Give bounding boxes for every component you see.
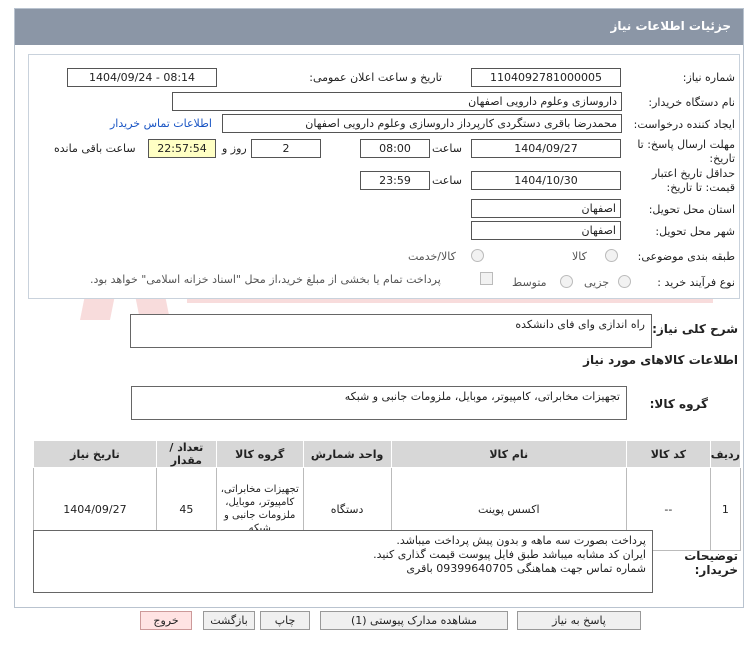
cell-row: 1 [709, 467, 742, 551]
need-number-label: شماره نیاز: [682, 71, 735, 84]
process-minor-radio[interactable] [618, 275, 631, 288]
category-goods-service-radio[interactable] [471, 249, 484, 262]
deadline-label: مهلت ارسال پاسخ: تا [637, 138, 735, 151]
table-header-row: ردیف کد کالا نام کالا واحد شمارش گروه کا… [33, 440, 742, 468]
deadline-date-field[interactable]: 1404/09/27 [471, 139, 621, 158]
validity-date-field[interactable]: 1404/10/30 [471, 171, 621, 190]
category-goods-radio[interactable] [605, 249, 618, 262]
col-group: گروه کالا [215, 440, 304, 468]
window-title: جزئیات اطلاعات نیاز [15, 9, 743, 45]
buyer-note-line: شماره تماس جهت هماهنگی 09399640705 باقری [406, 562, 646, 575]
process-label: نوع فرآیند خرید : [657, 276, 735, 289]
col-name: نام کالا [390, 440, 627, 468]
deadline-time-label: ساعت [432, 142, 462, 155]
remaining-label: ساعت باقی مانده [54, 142, 136, 155]
creator-label: ایجاد کننده درخواست: [633, 118, 735, 131]
print-button[interactable]: چاپ [260, 611, 310, 630]
exit-button[interactable]: خروج [140, 611, 192, 630]
view-attachments-button[interactable]: مشاهده مدارک پیوستی (1) [320, 611, 508, 630]
validity-time-label: ساعت [432, 174, 462, 187]
announce-field[interactable]: 1404/09/24 - 08:14 [67, 68, 217, 87]
col-date: تاریخ نیاز [33, 440, 157, 468]
validity-label: حداقل تاریخ اعتبار [651, 167, 735, 180]
buyer-contact-link[interactable]: اطلاعات تماس خریدار [110, 117, 212, 130]
category-goods-service-label: کالا/خدمت [408, 250, 456, 263]
buyer-note-line: پرداخت بصورت سه ماهه و بدون پیش پرداخت م… [396, 534, 646, 547]
col-row: ردیف [709, 440, 742, 468]
goods-group-field[interactable]: تجهیزات مخابراتی، کامپیوتر، موبایل، ملزو… [131, 386, 627, 420]
col-unit: واحد شمارش [302, 440, 392, 468]
creator-field[interactable]: محمدرضا باقری دستگردی کارپرداز داروسازی … [222, 114, 622, 133]
buyer-notes-label-2: خریدار: [694, 563, 738, 577]
process-medium-label: متوسط [512, 276, 547, 289]
days-remaining-field[interactable]: 2 [251, 139, 321, 158]
description-field[interactable]: راه اندازی وای فای دانشکده [130, 314, 652, 348]
goods-info-title: اطلاعات کالاهای مورد نیاز [583, 353, 738, 367]
process-medium-radio[interactable] [560, 275, 573, 288]
col-code: کد کالا [625, 440, 711, 468]
days-label: روز و [222, 142, 247, 155]
remaining-time-field: 22:57:54 [148, 139, 216, 158]
category-goods-label: کالا [572, 250, 587, 263]
city-label: شهر محل تحویل: [655, 225, 735, 238]
buyer-notes-field[interactable]: پرداخت بصورت سه ماهه و بدون پیش پرداخت م… [33, 530, 653, 593]
deadline-label-2: تاریخ: [709, 152, 735, 165]
deadline-time-field[interactable]: 08:00 [360, 139, 430, 158]
reply-button[interactable]: پاسخ به نیاز [517, 611, 641, 630]
back-button[interactable]: بازگشت [203, 611, 255, 630]
description-label: شرح کلی نیاز: [652, 322, 738, 336]
goods-group-label: گروه کالا: [649, 397, 708, 411]
validity-label-2: قیمت: تا تاریخ: [666, 181, 735, 194]
col-qty: تعداد / مقدار [155, 440, 217, 468]
buyer-field[interactable]: داروسازی وعلوم دارویی اصفهان [172, 92, 622, 111]
buyer-label: نام دستگاه خریدار: [648, 96, 735, 109]
category-label: طبقه بندی موضوعی: [637, 250, 735, 263]
need-number-field[interactable]: 1104092781000005 [471, 68, 621, 87]
buyer-notes-label: توضیحات [684, 549, 738, 563]
treasury-payment-note: پرداخت تمام یا بخشی از مبلغ خرید،از محل … [90, 273, 441, 286]
announce-label: تاریخ و ساعت اعلان عمومی: [309, 71, 442, 84]
city-field[interactable]: اصفهان [471, 221, 621, 240]
province-label: استان محل تحویل: [648, 203, 735, 216]
validity-time-field[interactable]: 23:59 [360, 171, 430, 190]
treasury-payment-checkbox[interactable] [480, 272, 493, 285]
process-minor-label: جزیی [584, 276, 610, 289]
province-field[interactable]: اصفهان [471, 199, 621, 218]
buyer-note-line: ایران کد مشابه میباشد طبق فایل پیوست قیم… [373, 548, 646, 561]
